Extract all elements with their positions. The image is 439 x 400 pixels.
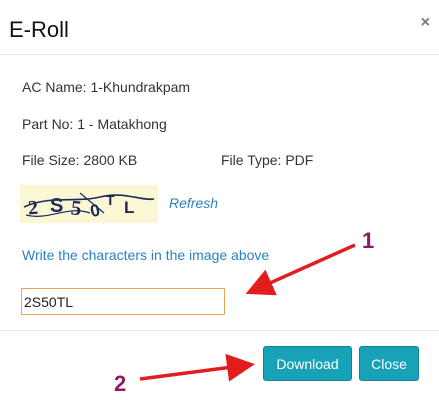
part-no-text: Part No: 1 - Matakhong bbox=[22, 116, 167, 132]
footer-divider bbox=[0, 330, 439, 331]
annotation-marker-2: 2 bbox=[114, 371, 127, 396]
close-button[interactable]: Close bbox=[359, 346, 419, 381]
ac-name-text: AC Name: 1-Khundrakpam bbox=[22, 79, 191, 95]
download-button[interactable]: Download bbox=[263, 346, 352, 381]
captcha-graphic: 2 S 5 0 T L bbox=[23, 192, 155, 221]
file-type-text: File Type: PDF bbox=[221, 152, 314, 168]
file-size-text: File Size: 2800 KB bbox=[22, 152, 138, 168]
svg-text:L: L bbox=[124, 198, 134, 217]
captcha-image: 2 S 5 0 T L bbox=[20, 185, 158, 223]
annotation-marker-1: 1 bbox=[362, 228, 375, 253]
refresh-link[interactable]: Refresh bbox=[169, 195, 218, 211]
svg-text:0: 0 bbox=[88, 200, 101, 221]
modal-title: E-Roll bbox=[9, 17, 69, 42]
captcha-instruction: Write the characters in the image above bbox=[22, 247, 270, 263]
modal-header: E-Roll × bbox=[0, 0, 439, 55]
close-icon[interactable]: × bbox=[421, 15, 430, 31]
captcha-input[interactable] bbox=[21, 288, 225, 315]
e-roll-modal: E-Roll × AC Name: 1-Khundrakpam Part No:… bbox=[0, 0, 439, 400]
